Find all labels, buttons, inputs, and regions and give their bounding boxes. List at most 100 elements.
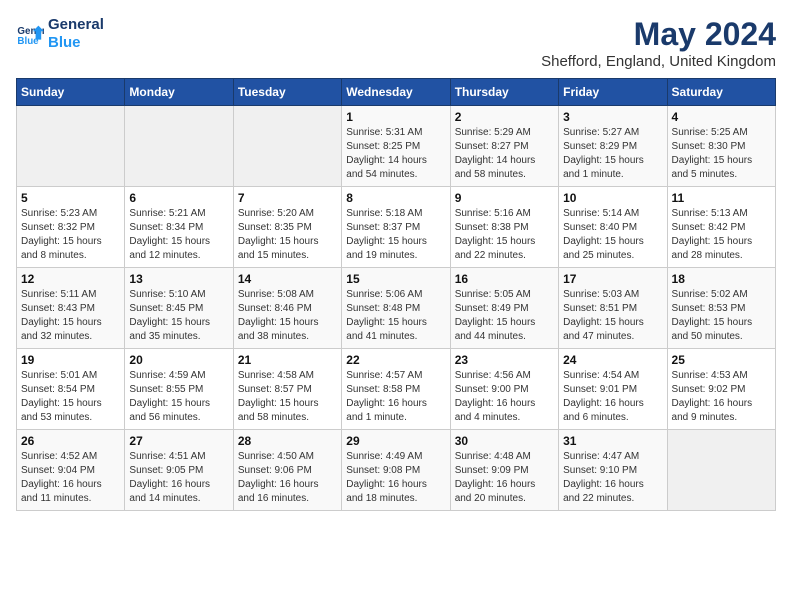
day-detail: Sunrise: 4:58 AM Sunset: 8:57 PM Dayligh… [238,369,337,425]
day-number: 31 [563,434,662,448]
day-detail: Sunrise: 4:53 AM Sunset: 9:02 PM Dayligh… [672,369,771,425]
day-detail: Sunrise: 4:48 AM Sunset: 9:09 PM Dayligh… [455,450,554,506]
day-detail: Sunrise: 5:14 AM Sunset: 8:40 PM Dayligh… [563,207,662,263]
day-header-monday: Monday [125,79,233,106]
day-detail: Sunrise: 5:13 AM Sunset: 8:42 PM Dayligh… [672,207,771,263]
cell-w2-d2: 14 Sunrise: 5:08 AM Sunset: 8:46 PM Dayli… [233,268,341,349]
cell-w1-d4: 9Sunrise: 5:16 AM Sunset: 8:38 PM Daylig… [450,187,558,268]
subtitle: Shefford, England, United Kingdom [541,53,776,70]
day-detail: Sunrise: 5:03 AM Sunset: 8:51 PM Dayligh… [563,288,662,344]
day-number: 20 [129,353,228,367]
cell-w1-d2: 7 Sunrise: 5:20 AM Sunset: 8:35 PM Daylig… [233,187,341,268]
day-header-saturday: Saturday [667,79,775,106]
cell-w1-d1: 6 Sunrise: 5:21 AM Sunset: 8:34 PM Daylig… [125,187,233,268]
week-row-2: 12Sunrise: 5:11 AM Sunset: 8:43 PM Dayli… [17,268,776,349]
day-detail: Sunrise: 4:57 AM Sunset: 8:58 PM Dayligh… [346,369,445,425]
day-detail: Sunrise: 4:54 AM Sunset: 9:01 PM Dayligh… [563,369,662,425]
cell-w1-d0: 5 Sunrise: 5:23 AM Sunset: 8:32 PM Daylig… [17,187,125,268]
calendar-table: SundayMondayTuesdayWednesdayThursdayFrid… [16,78,776,511]
day-detail: Sunrise: 5:01 AM Sunset: 8:54 PM Dayligh… [21,369,120,425]
day-detail: Sunrise: 5:10 AM Sunset: 8:45 PM Dayligh… [129,288,228,344]
day-detail: Sunrise: 4:51 AM Sunset: 9:05 PM Dayligh… [129,450,228,506]
calendar-header-row: SundayMondayTuesdayWednesdayThursdayFrid… [17,79,776,106]
day-detail: Sunrise: 5:25 AM Sunset: 8:30 PM Dayligh… [672,126,771,182]
logo-icon: General Blue [16,20,44,48]
week-row-3: 19 Sunrise: 5:01 AM Sunset: 8:54 PM Dayli… [17,349,776,430]
day-detail: Sunrise: 5:27 AM Sunset: 8:29 PM Dayligh… [563,126,662,182]
cell-w0-d4: 2Sunrise: 5:29 AM Sunset: 8:27 PM Daylig… [450,106,558,187]
logo-line2: Blue [48,34,104,52]
cell-w0-d5: 3Sunrise: 5:27 AM Sunset: 8:29 PM Daylig… [559,106,667,187]
cell-w1-d3: 8 Sunrise: 5:18 AM Sunset: 8:37 PM Daylig… [342,187,450,268]
day-number: 1 [346,110,445,124]
day-detail: Sunrise: 5:06 AM Sunset: 8:48 PM Dayligh… [346,288,445,344]
day-header-wednesday: Wednesday [342,79,450,106]
cell-w4-d1: 27 Sunrise: 4:51 AM Sunset: 9:05 PM Dayli… [125,430,233,511]
week-row-4: 26Sunrise: 4:52 AM Sunset: 9:04 PM Dayli… [17,430,776,511]
title-area: May 2024 Shefford, England, United Kingd… [541,16,776,70]
cell-w3-d3: 22 Sunrise: 4:57 AM Sunset: 8:58 PM Dayli… [342,349,450,430]
day-header-sunday: Sunday [17,79,125,106]
day-detail: Sunrise: 5:21 AM Sunset: 8:34 PM Dayligh… [129,207,228,263]
cell-w3-d2: 21 Sunrise: 4:58 AM Sunset: 8:57 PM Dayli… [233,349,341,430]
day-detail: Sunrise: 5:08 AM Sunset: 8:46 PM Dayligh… [238,288,337,344]
cell-w2-d1: 13 Sunrise: 5:10 AM Sunset: 8:45 PM Dayli… [125,268,233,349]
day-detail: Sunrise: 5:18 AM Sunset: 8:37 PM Dayligh… [346,207,445,263]
day-number: 6 [129,191,228,205]
cell-w4-d0: 26Sunrise: 4:52 AM Sunset: 9:04 PM Dayli… [17,430,125,511]
day-number: 17 [563,272,662,286]
day-header-friday: Friday [559,79,667,106]
cell-w2-d5: 17 Sunrise: 5:03 AM Sunset: 8:51 PM Dayli… [559,268,667,349]
day-detail: Sunrise: 5:29 AM Sunset: 8:27 PM Dayligh… [455,126,554,182]
cell-w4-d5: 31 Sunrise: 4:47 AM Sunset: 9:10 PM Dayli… [559,430,667,511]
cell-w4-d6 [667,430,775,511]
main-title: May 2024 [541,16,776,53]
day-detail: Sunrise: 5:23 AM Sunset: 8:32 PM Dayligh… [21,207,120,263]
cell-w0-d2 [233,106,341,187]
day-header-thursday: Thursday [450,79,558,106]
day-detail: Sunrise: 4:50 AM Sunset: 9:06 PM Dayligh… [238,450,337,506]
day-number: 29 [346,434,445,448]
cell-w2-d4: 16 Sunrise: 5:05 AM Sunset: 8:49 PM Dayli… [450,268,558,349]
cell-w3-d5: 24 Sunrise: 4:54 AM Sunset: 9:01 PM Dayli… [559,349,667,430]
cell-w2-d6: 18Sunrise: 5:02 AM Sunset: 8:53 PM Dayli… [667,268,775,349]
week-row-1: 5 Sunrise: 5:23 AM Sunset: 8:32 PM Daylig… [17,187,776,268]
day-detail: Sunrise: 5:02 AM Sunset: 8:53 PM Dayligh… [672,288,771,344]
cell-w3-d6: 25Sunrise: 4:53 AM Sunset: 9:02 PM Dayli… [667,349,775,430]
day-number: 28 [238,434,337,448]
day-number: 13 [129,272,228,286]
cell-w3-d1: 20 Sunrise: 4:59 AM Sunset: 8:55 PM Dayli… [125,349,233,430]
day-number: 14 [238,272,337,286]
day-detail: Sunrise: 4:52 AM Sunset: 9:04 PM Dayligh… [21,450,120,506]
cell-w3-d0: 19 Sunrise: 5:01 AM Sunset: 8:54 PM Dayli… [17,349,125,430]
day-number: 12 [21,272,120,286]
day-number: 5 [21,191,120,205]
cell-w1-d6: 11Sunrise: 5:13 AM Sunset: 8:42 PM Dayli… [667,187,775,268]
cell-w1-d5: 10Sunrise: 5:14 AM Sunset: 8:40 PM Dayli… [559,187,667,268]
day-number: 7 [238,191,337,205]
day-detail: Sunrise: 5:20 AM Sunset: 8:35 PM Dayligh… [238,207,337,263]
day-number: 9 [455,191,554,205]
day-number: 15 [346,272,445,286]
day-number: 8 [346,191,445,205]
cell-w4-d2: 28 Sunrise: 4:50 AM Sunset: 9:06 PM Dayli… [233,430,341,511]
day-header-tuesday: Tuesday [233,79,341,106]
day-number: 24 [563,353,662,367]
day-number: 22 [346,353,445,367]
logo-line1: General [48,16,104,34]
cell-w0-d0 [17,106,125,187]
day-number: 21 [238,353,337,367]
day-detail: Sunrise: 4:59 AM Sunset: 8:55 PM Dayligh… [129,369,228,425]
day-number: 16 [455,272,554,286]
cell-w2-d3: 15 Sunrise: 5:06 AM Sunset: 8:48 PM Dayli… [342,268,450,349]
header: General Blue General Blue May 2024 Sheff… [16,16,776,70]
week-row-0: 1Sunrise: 5:31 AM Sunset: 8:25 PM Daylig… [17,106,776,187]
day-detail: Sunrise: 4:49 AM Sunset: 9:08 PM Dayligh… [346,450,445,506]
day-detail: Sunrise: 4:47 AM Sunset: 9:10 PM Dayligh… [563,450,662,506]
cell-w3-d4: 23Sunrise: 4:56 AM Sunset: 9:00 PM Dayli… [450,349,558,430]
day-number: 27 [129,434,228,448]
day-number: 19 [21,353,120,367]
cell-w0-d6: 4Sunrise: 5:25 AM Sunset: 8:30 PM Daylig… [667,106,775,187]
day-detail: Sunrise: 5:05 AM Sunset: 8:49 PM Dayligh… [455,288,554,344]
cell-w4-d4: 30Sunrise: 4:48 AM Sunset: 9:09 PM Dayli… [450,430,558,511]
